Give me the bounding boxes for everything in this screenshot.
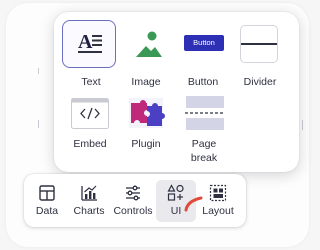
background-fragment [38,120,39,128]
insert-element-popover: A Text Image Button Button Divider Embed… [54,12,299,172]
insert-divider-tile[interactable]: Divider [232,20,288,88]
toolbar-controls-button[interactable]: Controls [113,180,153,222]
pointer-hand-icon [184,196,203,212]
text-block-icon: A [62,20,116,68]
toolbar-data-button[interactable]: Data [27,180,67,222]
page-break-label-line-2: break [190,152,218,164]
page-break-label-line-1: Page [191,138,217,150]
image-icon [122,20,170,68]
insert-page-break-tile[interactable]: Page break [176,96,232,164]
insert-image-tile[interactable]: Image [118,20,174,88]
divider-icon [240,25,278,63]
bottom-toolbar: Data Charts Controls UI Layout [24,174,246,227]
sliders-icon [126,185,140,201]
insert-plugin-tile[interactable]: Plugin [118,96,174,162]
layout-grid-icon [209,184,227,202]
insert-page-break-label: Page break [170,137,238,165]
svg-text:A: A [78,31,93,53]
insert-button-tile[interactable]: Button Button [175,20,231,88]
toolbar-charts-button[interactable]: Charts [69,180,109,222]
background-fragment [38,68,39,74]
insert-embed-tile[interactable]: Embed [62,96,118,162]
table-icon [39,185,55,201]
toolbar-layout-button[interactable]: Layout [198,180,238,222]
insert-text-tile[interactable]: A Text [60,20,116,88]
button-preview: Button [184,35,224,51]
chart-icon [81,185,97,201]
background-fragment [302,120,303,130]
shapes-icon [167,184,184,201]
button-icon: Button [179,20,227,68]
insert-divider-label: Divider [243,76,277,88]
